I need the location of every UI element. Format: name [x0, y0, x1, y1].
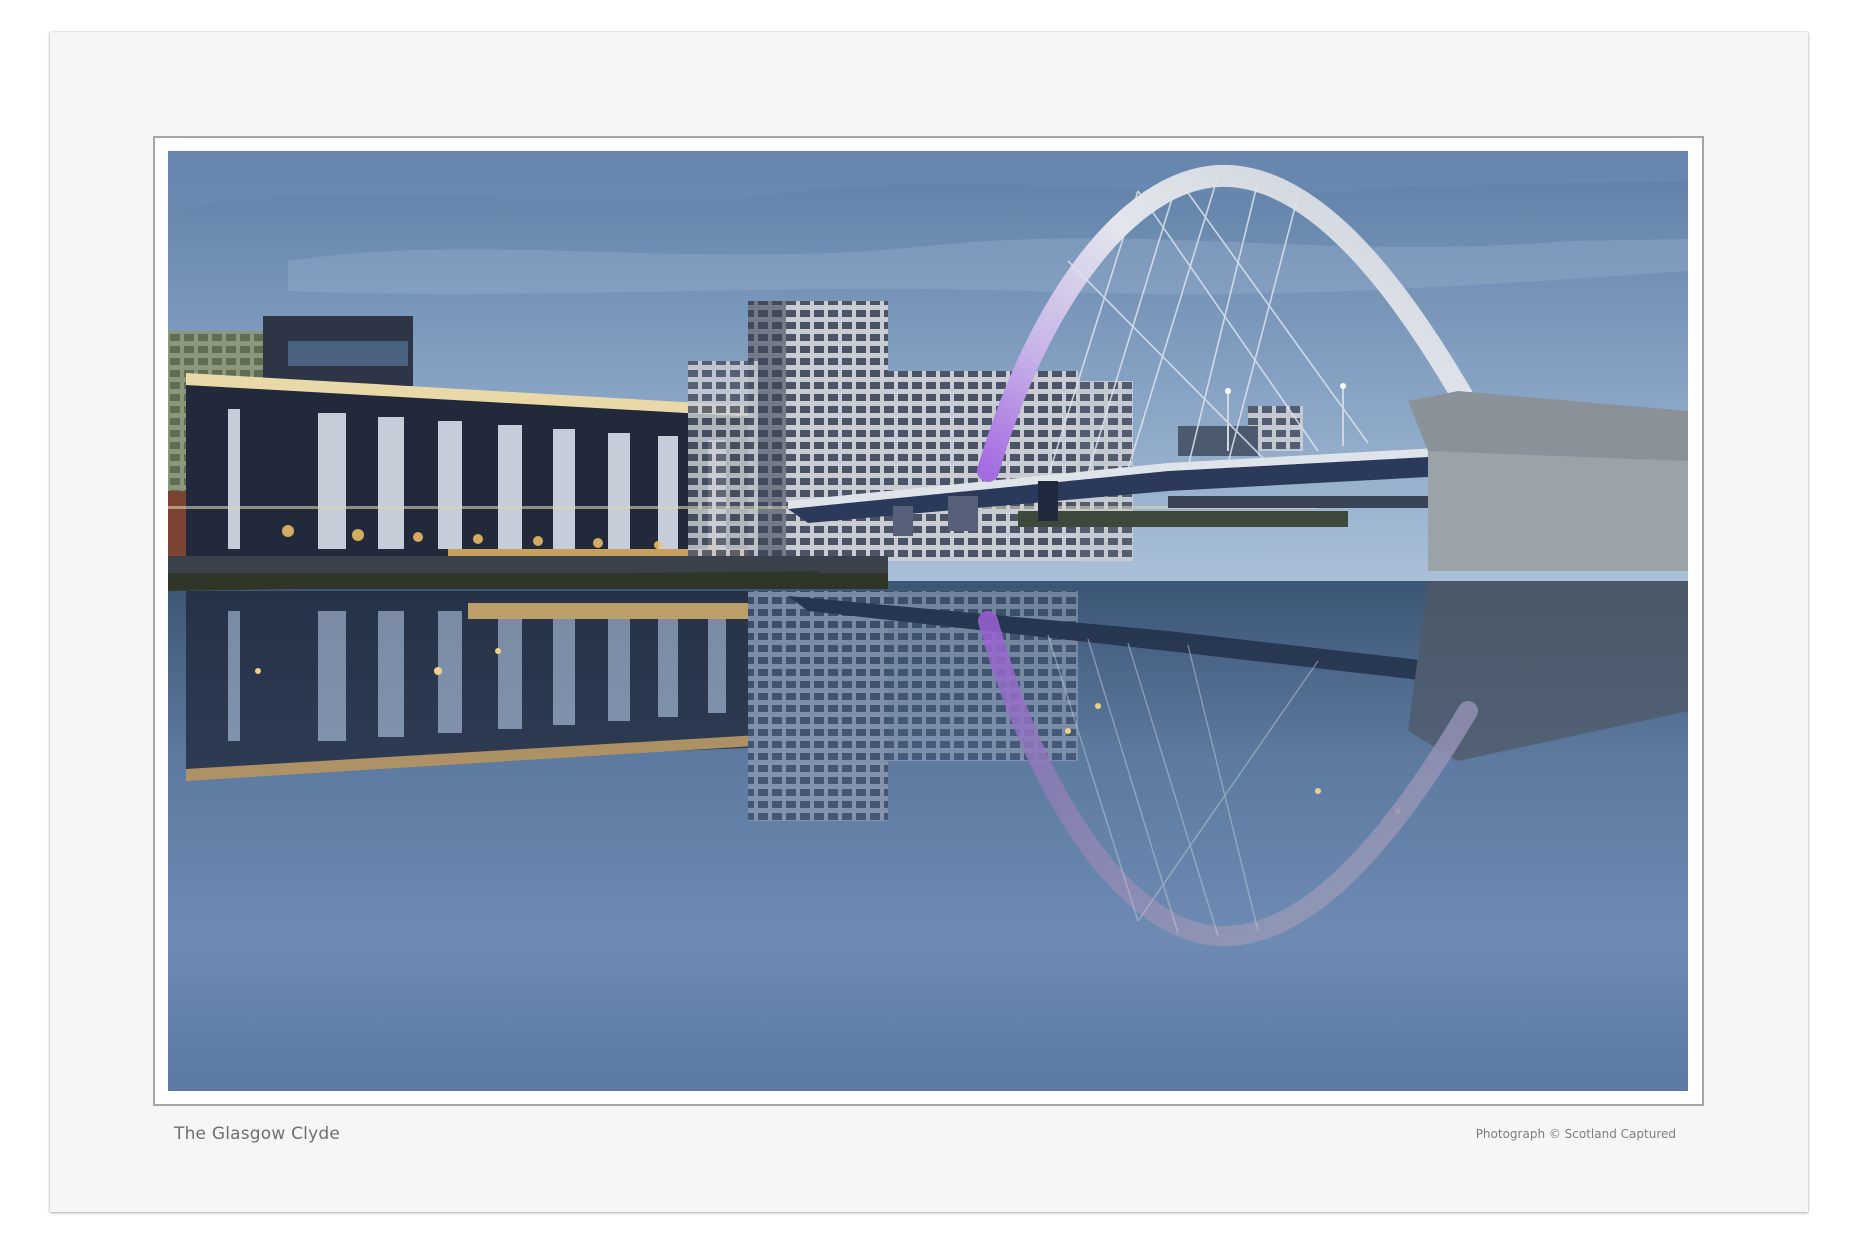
- photo-scene: [168, 151, 1688, 1091]
- photo-caption: The Glasgow Clyde: [174, 1124, 340, 1144]
- photo-credit: Photograph © Scotland Captured: [1475, 1127, 1676, 1141]
- photograph: [168, 151, 1688, 1091]
